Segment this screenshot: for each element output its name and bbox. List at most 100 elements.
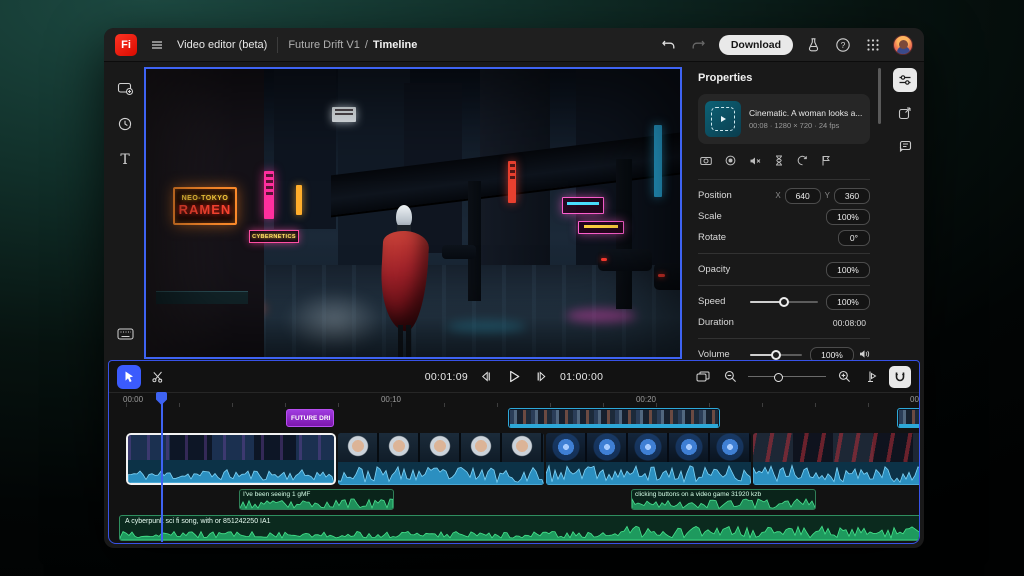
breadcrumb: Future Drift V1 / Timeline bbox=[288, 39, 417, 51]
svg-text:?: ? bbox=[841, 40, 846, 50]
video-clip-city[interactable] bbox=[126, 433, 336, 485]
video-clip-robot[interactable] bbox=[546, 433, 751, 485]
scale-label: Scale bbox=[698, 211, 750, 222]
position-y-input[interactable]: 360 bbox=[834, 188, 870, 204]
properties-panel: Properties Cinematic. A woman looks a...… bbox=[684, 62, 882, 360]
breadcrumb-project[interactable]: Future Drift V1 bbox=[288, 39, 360, 51]
hamburger-icon[interactable] bbox=[147, 35, 167, 55]
audio-clip-label: clicking buttons on a video game 31920 k… bbox=[635, 491, 813, 498]
settings-sliders-icon[interactable] bbox=[893, 68, 917, 92]
rotate-row: Rotate 0° bbox=[698, 227, 870, 248]
neon-sign-vertical-blue bbox=[654, 125, 662, 197]
help-icon[interactable]: ? bbox=[833, 35, 853, 55]
refresh-icon[interactable] bbox=[797, 153, 808, 171]
scene-heroine bbox=[374, 205, 436, 359]
scene-pillar bbox=[468, 181, 481, 301]
share-icon[interactable] bbox=[893, 101, 917, 125]
next-frame-icon[interactable] bbox=[533, 365, 551, 389]
properties-scrollbar[interactable] bbox=[878, 68, 881, 124]
generate-video-icon bbox=[711, 107, 735, 131]
speaker-icon[interactable] bbox=[859, 346, 870, 361]
divider bbox=[698, 253, 870, 254]
timeline-zoom-slider[interactable] bbox=[748, 372, 826, 382]
zoom-in-icon[interactable] bbox=[835, 365, 853, 389]
pip-icon[interactable] bbox=[694, 365, 712, 389]
previous-frame-icon[interactable] bbox=[477, 365, 495, 389]
feedback-icon[interactable] bbox=[893, 134, 917, 158]
opacity-row: Opacity 100% bbox=[698, 259, 870, 280]
breadcrumb-page: Timeline bbox=[373, 39, 417, 51]
video-clip-woman[interactable] bbox=[338, 433, 544, 485]
playhead-skip-icon[interactable] bbox=[862, 365, 880, 389]
keyboard-icon[interactable] bbox=[113, 322, 137, 346]
volume-label: Volume bbox=[698, 349, 750, 360]
play-icon[interactable] bbox=[504, 365, 524, 389]
speed-input[interactable]: 100% bbox=[826, 294, 870, 310]
timeline-ruler[interactable]: 00:00 00:10 00:20 00:30 bbox=[109, 392, 919, 407]
video-preview-canvas[interactable]: NEO-TOKYO RAMEN CYBERNETICS bbox=[144, 67, 682, 359]
mute-icon[interactable] bbox=[749, 153, 761, 171]
rotate-label: Rotate bbox=[698, 232, 750, 243]
undo-icon[interactable] bbox=[659, 35, 679, 55]
music-waveform bbox=[120, 523, 920, 540]
overlay-video-clip[interactable] bbox=[508, 408, 720, 428]
y-axis-label: Y bbox=[825, 191, 830, 200]
volume-slider[interactable] bbox=[750, 350, 802, 360]
duration-value: 00:08:00 bbox=[833, 318, 866, 328]
scissors-icon[interactable] bbox=[145, 365, 169, 389]
music-clip[interactable]: A cyberpunk sci fi song, with or 8512422… bbox=[119, 515, 920, 541]
video-clip-cape[interactable] bbox=[753, 433, 920, 485]
neon-sign-pink-1 bbox=[562, 197, 604, 214]
divider bbox=[698, 338, 870, 339]
avatar[interactable] bbox=[893, 35, 913, 55]
scale-input[interactable]: 100% bbox=[826, 209, 870, 225]
download-button[interactable]: Download bbox=[719, 35, 793, 55]
redo-icon[interactable] bbox=[689, 35, 709, 55]
camera-icon[interactable] bbox=[700, 153, 712, 171]
timeline-zoom-controls bbox=[694, 361, 911, 392]
hourglass-icon[interactable] bbox=[774, 153, 784, 171]
overlay-clip-thumbnails bbox=[899, 410, 920, 424]
volume-input[interactable]: 100% bbox=[810, 347, 854, 361]
left-toolbar: T bbox=[104, 62, 146, 360]
firefly-logo[interactable]: Fi bbox=[115, 34, 137, 56]
clip-audio-waveform bbox=[338, 462, 544, 485]
add-media-icon[interactable] bbox=[113, 76, 137, 100]
neon-sign-ramen: NEO-TOKYO RAMEN bbox=[173, 187, 237, 225]
scene-awning bbox=[156, 291, 248, 304]
position-x-input[interactable]: 640 bbox=[785, 188, 821, 204]
top-bar: Fi Video editor (beta) Future Drift V1 /… bbox=[104, 28, 924, 62]
clip-audio-waveform bbox=[546, 462, 751, 485]
text-clip[interactable]: FUTURE DRI bbox=[286, 409, 334, 427]
scene-reflection bbox=[446, 321, 526, 333]
opacity-input[interactable]: 100% bbox=[826, 262, 870, 278]
speed-label: Speed bbox=[698, 296, 750, 307]
total-duration: 01:00:00 bbox=[560, 371, 603, 383]
opacity-label: Opacity bbox=[698, 264, 750, 275]
topbar-divider bbox=[277, 37, 278, 53]
properties-title: Properties bbox=[698, 72, 870, 84]
neon-sign-white bbox=[332, 107, 356, 122]
history-icon[interactable] bbox=[113, 112, 137, 136]
selected-clip-card[interactable]: Cinematic. A woman looks a... v.ffgenvid… bbox=[698, 94, 870, 144]
audio-waveform bbox=[240, 497, 393, 509]
playhead-line[interactable] bbox=[161, 392, 163, 542]
flask-icon[interactable] bbox=[803, 35, 823, 55]
speed-slider[interactable] bbox=[750, 297, 818, 307]
zoom-out-icon[interactable] bbox=[721, 365, 739, 389]
text-tool-icon[interactable]: T bbox=[113, 148, 137, 172]
scene-car bbox=[442, 245, 476, 259]
apps-grid-icon[interactable] bbox=[863, 35, 883, 55]
ruler-label: 00:20 bbox=[636, 395, 656, 404]
sign-neo-tokyo-text: NEO-TOKYO bbox=[182, 195, 229, 202]
audio-clip-2[interactable]: clicking buttons on a video game 31920 k… bbox=[631, 489, 816, 510]
rotate-input[interactable]: 0° bbox=[838, 230, 870, 246]
neon-sign-vertical-yellow bbox=[296, 185, 302, 215]
select-tool-icon[interactable] bbox=[117, 365, 141, 389]
audio-clip-1[interactable]: I've been seeing 1 gMF bbox=[239, 489, 394, 510]
magnet-icon[interactable] bbox=[889, 366, 911, 388]
overlay-video-clip-small[interactable] bbox=[897, 408, 920, 428]
flag-icon[interactable] bbox=[821, 153, 831, 171]
record-icon[interactable] bbox=[725, 153, 736, 171]
current-time: 00:01:09 bbox=[425, 371, 468, 383]
